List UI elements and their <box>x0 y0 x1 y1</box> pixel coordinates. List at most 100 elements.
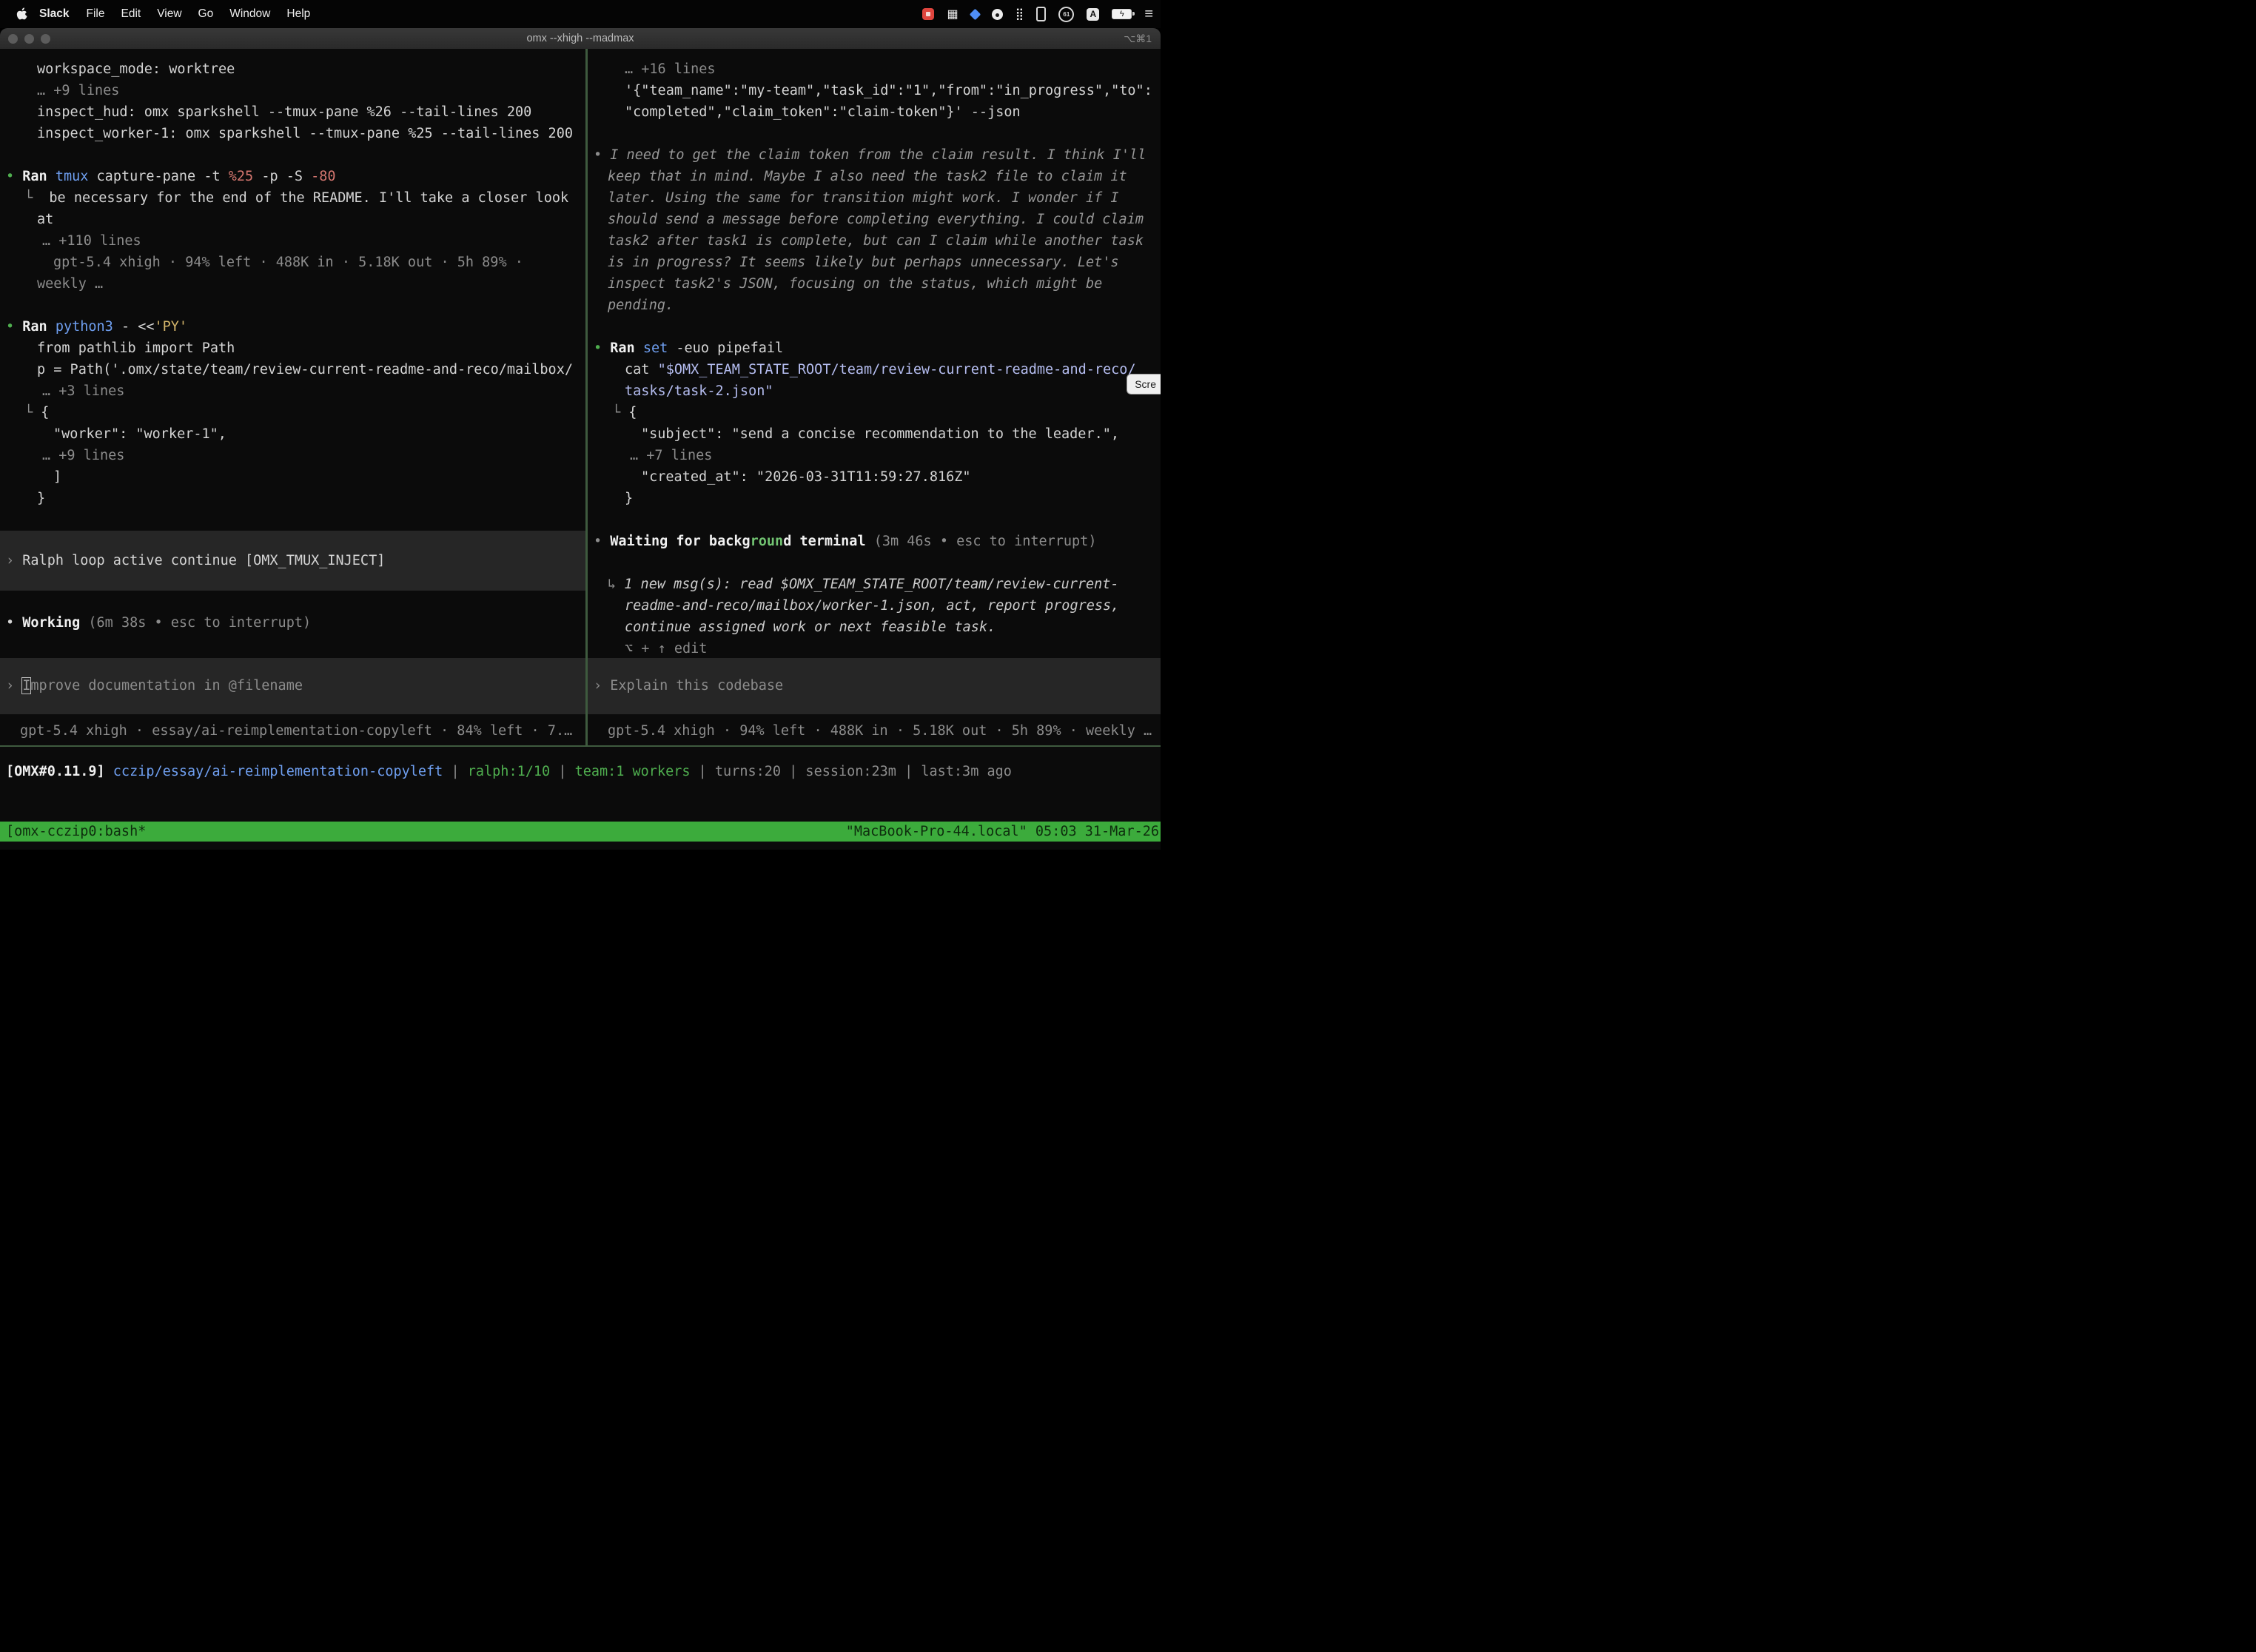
terminal-line: '{"team_name":"my-team","task_id":"1","f… <box>588 80 1161 101</box>
terminal-line: • I need to get the claim token from the… <box>588 144 1161 166</box>
menu-view[interactable]: View <box>149 7 189 21</box>
terminal-line: … +110 lines <box>0 230 585 252</box>
dropbox-icon[interactable] <box>969 8 981 20</box>
terminal-text: … +9 lines <box>42 448 124 463</box>
screen-tooltip: Scre <box>1127 374 1161 394</box>
apple-icon <box>16 7 27 21</box>
window-title: omx --xhigh --madmax <box>0 33 1161 44</box>
terminal-text: ↳ <box>608 577 624 592</box>
terminal-text: is in progress? It seems likely but perh… <box>608 255 1119 270</box>
terminal-line: cat "$OMX_TEAM_STATE_ROOT/team/review-cu… <box>588 359 1161 380</box>
terminal-text: [OMX#0.11.9] <box>6 764 105 779</box>
terminal-text: Working <box>22 615 80 631</box>
terminal-text: set <box>643 340 668 356</box>
prompt-input-right[interactable]: › Explain this codebase <box>588 658 1161 714</box>
menu-app-name[interactable]: Slack <box>39 7 78 21</box>
battery-gauge-icon[interactable]: 61 <box>1058 7 1074 22</box>
terminal-line: pending. <box>588 295 1161 316</box>
terminal-line: • Ran set -euo pipefail <box>588 338 1161 359</box>
prompt-line: › Ralph loop active continue [OMX_TMUX_I… <box>0 550 585 571</box>
terminal-text: … +7 lines <box>630 448 712 463</box>
terminal-text: … +16 lines <box>625 61 716 77</box>
terminal-line: "subject": "send a concise recommendatio… <box>588 423 1161 445</box>
terminal-line: task2 after task1 is complete, but can I… <box>588 230 1161 252</box>
terminal-text: from pathlib import Path <box>37 340 235 356</box>
terminal-line: gpt-5.4 xhigh · 94% left · 488K in · 5.1… <box>0 252 585 273</box>
terminal-text: › <box>594 678 610 694</box>
charging-bolt-icon: ϟ <box>1120 10 1124 19</box>
app-grid-icon[interactable]: ⣿ <box>1015 7 1024 21</box>
terminal-text: (6m 38s • esc to interrupt) <box>80 615 311 631</box>
pane-left-output: workspace_mode: worktree … +9 lines inspec… <box>0 49 585 634</box>
terminal-line: tasks/task-2.json" <box>588 380 1161 402</box>
menu-go[interactable]: Go <box>190 7 222 21</box>
terminal-text: cczip/essay/ai-reimplementation-copyleft <box>113 764 443 779</box>
prompt-band[interactable]: › Ralph loop active continue [OMX_TMUX_I… <box>0 531 585 591</box>
terminal-line: inspect_hud: omx sparkshell --tmux-pane … <box>0 101 585 123</box>
terminal-text: tasks/task-2.json" <box>625 383 773 399</box>
screen-recording-indicator[interactable] <box>922 8 934 20</box>
menu-edit[interactable]: Edit <box>113 7 150 21</box>
terminal-text: tmux <box>56 169 89 184</box>
terminal-text: ralph:1/10 <box>468 764 550 779</box>
menu-lines-icon[interactable]: ≡ <box>1144 6 1153 23</box>
window-title-bar: omx --xhigh --madmax ⌥⌘1 <box>0 28 1161 49</box>
terminal-text: keep that in mind. Maybe I also need the… <box>608 169 1127 184</box>
battery-charging-icon[interactable]: ϟ <box>1112 9 1132 19</box>
tmux-session-name: [omx-cczip0:bash* <box>6 822 146 842</box>
github-icon[interactable] <box>992 9 1003 20</box>
terminal-line <box>588 123 1161 144</box>
terminal-text: | <box>550 764 574 779</box>
grid-icon[interactable]: ▦ <box>947 7 958 21</box>
menu-window[interactable]: Window <box>221 7 278 21</box>
terminal-text: should send a message before completing … <box>608 212 1144 227</box>
menu-help[interactable]: Help <box>278 7 318 21</box>
terminal-line: ] <box>0 466 585 488</box>
terminal-line: … +16 lines <box>588 58 1161 80</box>
terminal-text: … +110 lines <box>42 233 141 249</box>
input-source-icon[interactable]: A <box>1087 8 1099 21</box>
terminal-text: -80 <box>311 169 335 184</box>
terminal-text <box>105 764 113 779</box>
terminal-line <box>0 295 585 316</box>
terminal-line: • Working (6m 38s • esc to interrupt) <box>0 612 585 634</box>
terminal-line: … +3 lines <box>0 380 585 402</box>
terminal-line: workspace_mode: worktree <box>0 58 585 80</box>
input-source-letter: A <box>1090 9 1096 19</box>
terminal-text: inspect task2's JSON, focusing on the st… <box>608 276 1102 292</box>
terminal-line: is in progress? It seems likely but perh… <box>588 252 1161 273</box>
terminal-line: } <box>588 488 1161 509</box>
terminal-text: at <box>37 212 53 227</box>
prompt-input-left[interactable]: › Improve documentation in @filename <box>0 658 585 714</box>
terminal-line <box>588 509 1161 531</box>
terminal-text: %25 <box>229 169 253 184</box>
terminal-text: (3m 46s • esc to interrupt) <box>866 534 1097 549</box>
terminal-text: I need to get the claim token from the c… <box>610 147 1146 163</box>
terminal-text: Waiting for backg <box>610 534 750 549</box>
terminal-pane-right[interactable]: … +16 lines '{"team_name":"my-team","task… <box>588 49 1161 745</box>
terminal-line: ↳ 1 new msg(s): read $OMX_TEAM_STATE_ROO… <box>588 574 1161 595</box>
terminal-line <box>588 552 1161 574</box>
terminal-text: Explain this codebase <box>610 678 783 694</box>
terminal-line: } <box>0 488 585 509</box>
terminal-line: inspect task2's JSON, focusing on the st… <box>588 273 1161 295</box>
terminal-text: -p -S <box>253 169 311 184</box>
terminal-line: from pathlib import Path <box>0 338 585 359</box>
terminal-text: 'PY' <box>155 319 188 335</box>
terminal-text: • <box>6 319 22 335</box>
terminal[interactable]: workspace_mode: worktree … +9 lines inspec… <box>0 49 1161 850</box>
terminal-text: inspect_hud: omx sparkshell --tmux-pane … <box>37 104 531 120</box>
menu-file[interactable]: File <box>78 7 113 21</box>
terminal-text: gpt-5.4 xhigh · essay/ai-reimplementatio… <box>20 723 572 739</box>
tmux-status-bar: [omx-cczip0:bash* "MacBook-Pro-44.local"… <box>0 822 1161 842</box>
terminal-line: └ be necessary for the end of the README… <box>0 187 585 209</box>
terminal-text: • <box>6 615 22 631</box>
terminal-text: | turns:20 | session:23m | last:3m ago <box>691 764 1012 779</box>
terminal-text: later. Using the same for transition mig… <box>608 190 1119 206</box>
terminal-pane-left[interactable]: workspace_mode: worktree … +9 lines inspec… <box>0 49 585 745</box>
terminal-line: weekly … <box>0 273 585 295</box>
terminal-text: } <box>37 491 45 506</box>
apple-menu[interactable] <box>16 7 27 21</box>
terminal-text: "completed","claim_token":"claim-token"}… <box>625 104 1021 120</box>
device-icon[interactable] <box>1036 7 1046 21</box>
